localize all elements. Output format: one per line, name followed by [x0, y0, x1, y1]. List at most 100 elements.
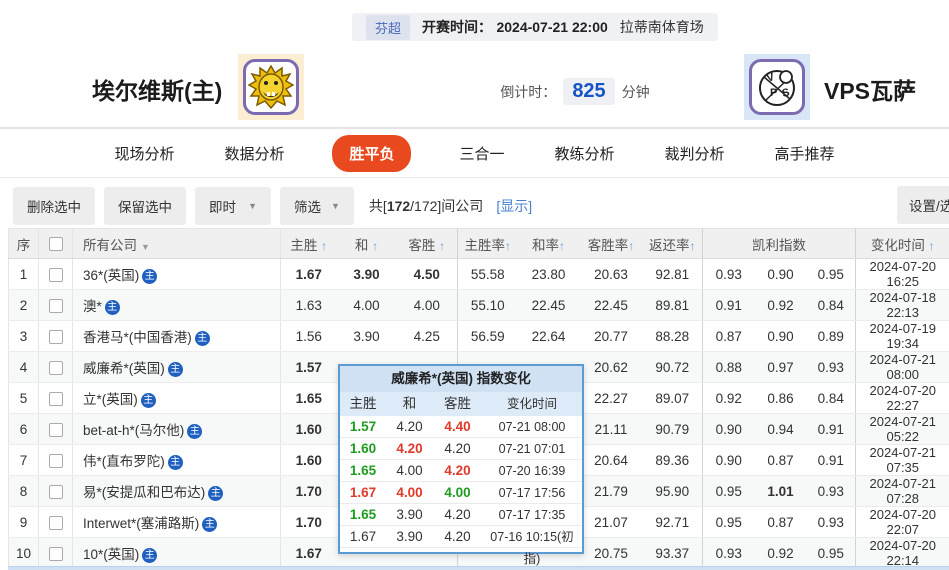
- away-odds[interactable]: 4.25: [396, 320, 458, 352]
- col-payout-rate[interactable]: 返还率↑: [642, 228, 703, 259]
- league-badge[interactable]: 芬超: [366, 14, 411, 40]
- col-draw-rate[interactable]: 和率↑: [517, 228, 580, 259]
- keep-selected-button[interactable]: 保留选中: [104, 187, 186, 225]
- filter-dropdown[interactable]: 筛选 ▼: [280, 187, 354, 225]
- tab-expert-picks[interactable]: 高手推荐: [773, 135, 837, 172]
- kelly-value: 0.97: [754, 351, 807, 383]
- popup-home-odds: 1.60: [349, 441, 377, 456]
- home-odds[interactable]: 1.57: [280, 351, 337, 383]
- company-name[interactable]: 立*(英国): [83, 392, 138, 407]
- row-checkbox[interactable]: [48, 422, 63, 437]
- home-odds[interactable]: 1.67: [280, 537, 337, 569]
- company-name[interactable]: 10*(英国): [83, 547, 139, 562]
- home-odds[interactable]: 1.70: [280, 475, 337, 507]
- table-header-row: 序 所有公司 ▼ 主胜 ↑ 和 ↑ 客胜 ↑ 主胜率↑ 和率↑ 客胜率↑ 返还率↑…: [8, 228, 949, 259]
- venue-name: 拉蒂南体育场: [619, 19, 704, 35]
- tab-live-analysis[interactable]: 现场分析: [112, 135, 176, 172]
- payout-rate: 92.81: [642, 258, 703, 290]
- popup-history-row: 1.67 3.90 4.20 07-16 10:15(初指): [340, 526, 582, 566]
- company-name[interactable]: 36*(英国): [83, 268, 139, 283]
- popup-away-odds: 4.20: [444, 529, 471, 544]
- instant-dropdown-label: 即时: [209, 200, 236, 215]
- instant-dropdown[interactable]: 即时 ▼: [195, 187, 271, 225]
- col-kelly-index: 凯利指数: [702, 228, 857, 259]
- home-odds[interactable]: 1.65: [280, 382, 337, 414]
- kelly-value: 0.94: [754, 413, 807, 445]
- company-name[interactable]: 香港马*(中国香港): [83, 330, 192, 345]
- kelly-value: 0.93: [806, 475, 857, 507]
- change-time: 2024-07-20 16:25: [855, 258, 949, 290]
- popup-home-odds: 1.65: [349, 507, 377, 522]
- company-cell[interactable]: 立*(英国) 主: [72, 382, 281, 414]
- row-checkbox[interactable]: [48, 360, 63, 375]
- change-time: 2024-07-21 08:00: [855, 351, 949, 383]
- row-checkbox[interactable]: [48, 515, 63, 530]
- delete-selected-button[interactable]: 删除选中: [13, 187, 95, 225]
- table-row[interactable]: 1 36*(英国) 主 1.67 3.90 4.50 55.58 23.80 20.63 92.8…: [8, 258, 949, 290]
- company-cell[interactable]: 澳* 主: [72, 289, 281, 321]
- row-checkbox-cell: [38, 537, 73, 569]
- away-rate: 20.62: [579, 351, 643, 383]
- kelly-value: 1.01: [754, 475, 807, 507]
- away-odds[interactable]: 4.50: [396, 258, 458, 290]
- home-rate: 56.59: [457, 320, 518, 352]
- company-cell[interactable]: 伟*(直布罗陀) 主: [72, 444, 281, 476]
- away-rate: 20.64: [579, 444, 643, 476]
- payout-rate: 89.36: [642, 444, 703, 476]
- home-odds[interactable]: 1.70: [280, 506, 337, 538]
- company-cell[interactable]: 威廉希*(英国) 主: [72, 351, 281, 383]
- company-cell[interactable]: bet-at-h*(马尔他) 主: [72, 413, 281, 445]
- draw-odds[interactable]: 3.90: [336, 258, 397, 290]
- table-row[interactable]: 3 香港马*(中国香港) 主 1.56 3.90 4.25 56.59 22.64 20.77 8…: [8, 320, 949, 352]
- select-all-checkbox[interactable]: [48, 237, 63, 252]
- tab-coach-analysis[interactable]: 教练分析: [553, 135, 617, 172]
- popup-col-draw: 和: [402, 396, 417, 411]
- tab-data-analysis[interactable]: 数据分析: [222, 135, 286, 172]
- row-checkbox[interactable]: [48, 267, 63, 282]
- row-checkbox[interactable]: [48, 484, 63, 499]
- home-odds[interactable]: 1.60: [280, 444, 337, 476]
- col-company[interactable]: 所有公司 ▼: [72, 228, 281, 259]
- row-checkbox[interactable]: [48, 298, 63, 313]
- home-odds[interactable]: 1.56: [280, 320, 337, 352]
- home-odds[interactable]: 1.67: [280, 258, 337, 290]
- col-home-rate[interactable]: 主胜率↑: [457, 228, 518, 259]
- draw-odds[interactable]: 3.90: [336, 320, 397, 352]
- table-row[interactable]: 2 澳* 主 1.63 4.00 4.00 55.10 22.45 22.45 89.81 0.91…: [8, 289, 949, 321]
- row-checkbox-cell: [38, 413, 73, 445]
- away-odds[interactable]: 4.00: [396, 289, 458, 321]
- company-name[interactable]: 澳*: [83, 299, 102, 314]
- draw-rate: 23.80: [517, 258, 580, 290]
- row-checkbox[interactable]: [48, 546, 63, 561]
- row-checkbox-cell: [38, 351, 73, 383]
- company-name[interactable]: 威廉希*(英国): [83, 361, 165, 376]
- col-change-time[interactable]: 变化时间 ↑: [855, 228, 949, 259]
- tab-three-in-one[interactable]: 三合一: [457, 135, 506, 172]
- kelly-value: 0.91: [702, 289, 755, 321]
- company-cell[interactable]: 香港马*(中国香港) 主: [72, 320, 281, 352]
- company-name[interactable]: 易*(安提瓜和巴布达): [83, 485, 205, 500]
- draw-odds[interactable]: 4.00: [336, 289, 397, 321]
- col-home-odds[interactable]: 主胜 ↑: [280, 228, 337, 259]
- company-cell[interactable]: 36*(英国) 主: [72, 258, 281, 290]
- row-checkbox[interactable]: [48, 391, 63, 406]
- settings-select-button[interactable]: 设置/选择: [897, 186, 949, 224]
- row-checkbox[interactable]: [48, 453, 63, 468]
- col-draw-odds[interactable]: 和 ↑: [336, 228, 397, 259]
- company-name[interactable]: Interwet*(塞浦路斯): [83, 516, 199, 531]
- col-away-rate[interactable]: 客胜率↑: [579, 228, 643, 259]
- company-cell[interactable]: 10*(英国) 主: [72, 537, 281, 569]
- home-odds[interactable]: 1.60: [280, 413, 337, 445]
- home-odds[interactable]: 1.63: [280, 289, 337, 321]
- row-checkbox[interactable]: [48, 329, 63, 344]
- company-cell[interactable]: 易*(安提瓜和巴布达) 主: [72, 475, 281, 507]
- show-link[interactable]: [显示]: [496, 196, 532, 216]
- tab-win-draw-lose[interactable]: 胜平负: [332, 134, 412, 172]
- company-name[interactable]: bet-at-h*(马尔他): [83, 423, 184, 438]
- tab-referee-analysis[interactable]: 裁判分析: [663, 135, 727, 172]
- company-cell[interactable]: Interwet*(塞浦路斯) 主: [72, 506, 281, 538]
- row-checkbox-cell: [38, 258, 73, 290]
- kelly-value: 0.95: [702, 475, 755, 507]
- col-away-odds[interactable]: 客胜 ↑: [396, 228, 458, 259]
- company-name[interactable]: 伟*(直布罗陀): [83, 454, 165, 469]
